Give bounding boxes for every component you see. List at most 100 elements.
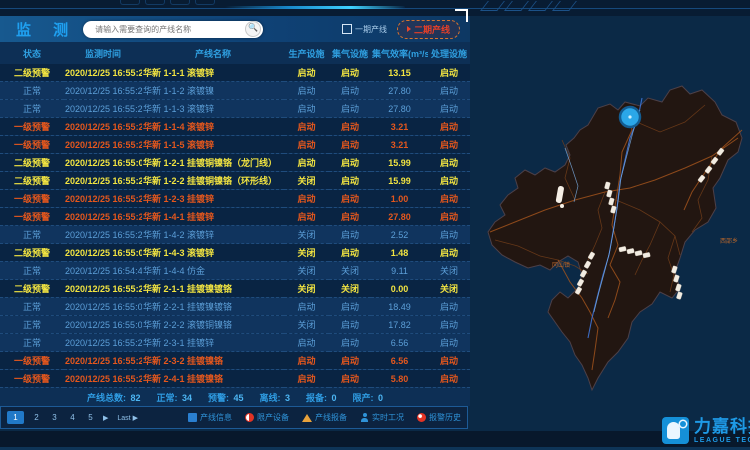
district-shape xyxy=(488,86,742,390)
efficiency-cell: 27.80 xyxy=(371,208,428,226)
table-row[interactable]: 二级预警 2020/12/25 16:55:04 华新 1-4-3 滚镀锌 关闭… xyxy=(0,244,470,262)
time-cell: 2020/12/25 16:55:24 xyxy=(64,370,142,388)
table-row[interactable]: 一级预警 2020/12/25 16:55:24 华新 2-4-1 挂镀镍铬 启… xyxy=(0,370,470,388)
time-cell: 2020/12/25 16:55:24 xyxy=(64,64,142,82)
efficiency-cell: 0.00 xyxy=(371,280,428,298)
table-row[interactable]: 一级预警 2020/12/25 16:55:24 华新 1-1-5 滚镀锌 启动… xyxy=(0,136,470,154)
legend-button-report[interactable]: 产线报备 xyxy=(302,412,347,423)
next-page-button[interactable]: ▶ xyxy=(103,414,108,422)
time-cell: 2020/12/25 16:55:24 xyxy=(64,226,142,244)
column-header: 集气设施 xyxy=(329,42,371,64)
efficiency-cell: 6.56 xyxy=(371,352,428,370)
table-row[interactable]: 一级预警 2020/12/25 16:55:24 华新 2-3-2 挂镀镍铬 启… xyxy=(0,352,470,370)
district-map: 冈山镇 西邵乡 xyxy=(470,60,750,450)
efficiency-cell: 3.21 xyxy=(371,118,428,136)
status-cell: 一级预警 xyxy=(0,190,64,208)
time-cell: 2020/12/25 16:55:04 xyxy=(64,298,142,316)
phase1-label: 一期产线 xyxy=(355,24,387,35)
gas-facility-cell: 启动 xyxy=(329,64,371,82)
map-marker[interactable] xyxy=(620,107,640,127)
town-label: 西邵乡 xyxy=(720,237,738,245)
status-cell: 正常 xyxy=(0,334,64,352)
efficiency-cell: 2.52 xyxy=(371,226,428,244)
page-button[interactable]: 4 xyxy=(67,411,78,424)
table-row[interactable]: 二级预警 2020/12/25 16:55:24 华新 1-2-2 挂镀铜镍铬（… xyxy=(0,172,470,190)
line-name-cell: 华新 1-1-5 滚镀锌 xyxy=(142,136,284,154)
table-row[interactable]: 正常 2020/12/25 16:55:04 华新 2-2-1 挂镀镍镀铬 启动… xyxy=(0,298,470,316)
table-row[interactable]: 二级预警 2020/12/25 16:55:04 华新 1-2-1 挂镀铜镍铬（… xyxy=(0,154,470,172)
table-row[interactable]: 二级预警 2020/12/25 16:55:24 华新 1-1-1 滚镀锌 启动… xyxy=(0,64,470,82)
table-row[interactable]: 一级预警 2020/12/25 16:55:24 华新 1-2-3 挂镀锌 启动… xyxy=(0,190,470,208)
column-header: 监测时间 xyxy=(64,42,142,64)
treatment-facility-cell: 启动 xyxy=(428,118,470,136)
page-button[interactable]: 5 xyxy=(85,411,96,424)
column-header: 集气效率(m³/s) xyxy=(371,42,428,64)
legend-button-alarm[interactable]: 报警历史 xyxy=(417,412,461,423)
page-button[interactable]: 1 xyxy=(7,411,24,424)
status-cell: 正常 xyxy=(0,262,64,280)
efficiency-cell: 27.80 xyxy=(371,82,428,100)
treatment-facility-cell: 启动 xyxy=(428,208,470,226)
treatment-facility-cell: 启动 xyxy=(428,370,470,388)
treatment-facility-cell: 启动 xyxy=(428,226,470,244)
company-logo: 力嘉科技 LEAGUE TECH xyxy=(662,417,750,444)
summary-item: 产线总数: 82 xyxy=(87,391,141,404)
treatment-facility-cell: 启动 xyxy=(428,352,470,370)
table-header-row: 状态监测时间产线名称生产设施集气设施集气效率(m³/s)处理设施 xyxy=(0,42,470,64)
checkbox-icon[interactable] xyxy=(342,24,352,34)
table-row[interactable]: 二级预警 2020/12/25 16:55:24 华新 2-1-1 挂镀镍镀铬 … xyxy=(0,280,470,298)
line-name-cell: 华新 2-2-1 挂镀镍镀铬 xyxy=(142,298,284,316)
gas-facility-cell: 启动 xyxy=(329,82,371,100)
search-icon[interactable]: 🔍 xyxy=(245,21,261,37)
table-row[interactable]: 正常 2020/12/25 16:55:24 华新 2-3-1 挂镀锌 启动 启… xyxy=(0,334,470,352)
legend-button-realtime[interactable]: 实时工况 xyxy=(360,412,404,423)
logo-icon xyxy=(662,417,689,444)
gas-facility-cell: 启动 xyxy=(329,298,371,316)
production-facility-cell: 启动 xyxy=(284,352,329,370)
time-cell: 2020/12/25 16:54:44 xyxy=(64,262,142,280)
table-row[interactable]: 一级预警 2020/12/25 16:55:24 华新 1-1-4 滚镀锌 启动… xyxy=(0,118,470,136)
gas-facility-cell: 启动 xyxy=(329,352,371,370)
line-name-cell: 华新 1-1-4 滚镀锌 xyxy=(142,118,284,136)
line-name-cell: 华新 1-4-1 挂镀锌 xyxy=(142,208,284,226)
phase2-button[interactable]: 二期产线 xyxy=(397,20,460,39)
table-row[interactable]: 正常 2020/12/25 16:55:04 华新 2-2-2 滚镀铜镍铬 关闭… xyxy=(0,316,470,334)
production-facility-cell: 关闭 xyxy=(284,244,329,262)
legend-button-restrict[interactable]: 限产设备 xyxy=(245,412,289,423)
last-page-button[interactable]: Last ▶ xyxy=(117,414,138,422)
efficiency-cell: 17.82 xyxy=(371,316,428,334)
table-row[interactable]: 正常 2020/12/25 16:55:24 华新 1-1-2 滚镀镍 启动 启… xyxy=(0,82,470,100)
table-row[interactable]: 正常 2020/12/25 16:55:24 华新 1-4-2 滚镀锌 关闭 启… xyxy=(0,226,470,244)
line-name-cell: 华新 1-2-3 挂镀锌 xyxy=(142,190,284,208)
search-input[interactable] xyxy=(93,24,225,35)
status-cell: 一级预警 xyxy=(0,118,64,136)
top-decoration-strip xyxy=(0,0,750,16)
production-line-table: 状态监测时间产线名称生产设施集气设施集气效率(m³/s)处理设施 二级预警 20… xyxy=(0,42,470,388)
treatment-facility-cell: 启动 xyxy=(428,316,470,334)
time-cell: 2020/12/25 16:55:24 xyxy=(64,190,142,208)
table-row[interactable]: 正常 2020/12/25 16:55:24 华新 1-1-3 滚镀锌 启动 启… xyxy=(0,100,470,118)
logo-name: 力嘉科技 xyxy=(694,418,750,435)
page-button[interactable]: 2 xyxy=(31,411,42,424)
time-cell: 2020/12/25 16:55:24 xyxy=(64,334,142,352)
treatment-facility-cell: 启动 xyxy=(428,190,470,208)
table-row[interactable]: 一级预警 2020/12/25 16:55:24 华新 1-4-1 挂镀锌 启动… xyxy=(0,208,470,226)
efficiency-cell: 1.48 xyxy=(371,244,428,262)
efficiency-cell: 1.00 xyxy=(371,190,428,208)
line-name-cell: 华新 1-1-3 滚镀锌 xyxy=(142,100,284,118)
treatment-facility-cell: 启动 xyxy=(428,64,470,82)
efficiency-cell: 15.99 xyxy=(371,154,428,172)
production-facility-cell: 启动 xyxy=(284,298,329,316)
summary-bar: 产线总数: 82正常: 34预警: 45离线: 3报备: 0限产: 0 xyxy=(0,388,470,406)
efficiency-cell: 27.80 xyxy=(371,100,428,118)
time-cell: 2020/12/25 16:55:24 xyxy=(64,118,142,136)
top-tab-shapes xyxy=(120,0,215,5)
gas-facility-cell: 启动 xyxy=(329,136,371,154)
phase1-checkbox[interactable]: 一期产线 xyxy=(342,24,387,35)
legend-button-info[interactable]: 产线信息 xyxy=(188,412,232,423)
pagination-bar: 12345 ▶ Last ▶ 产线信息 限产设备 产线报备 实时工况 报警历史 xyxy=(0,406,468,429)
table-row[interactable]: 正常 2020/12/25 16:54:44 华新 1-4-4 仿金 关闭 关闭… xyxy=(0,262,470,280)
time-cell: 2020/12/25 16:55:24 xyxy=(64,100,142,118)
page-button[interactable]: 3 xyxy=(49,411,60,424)
treatment-facility-cell: 启动 xyxy=(428,244,470,262)
